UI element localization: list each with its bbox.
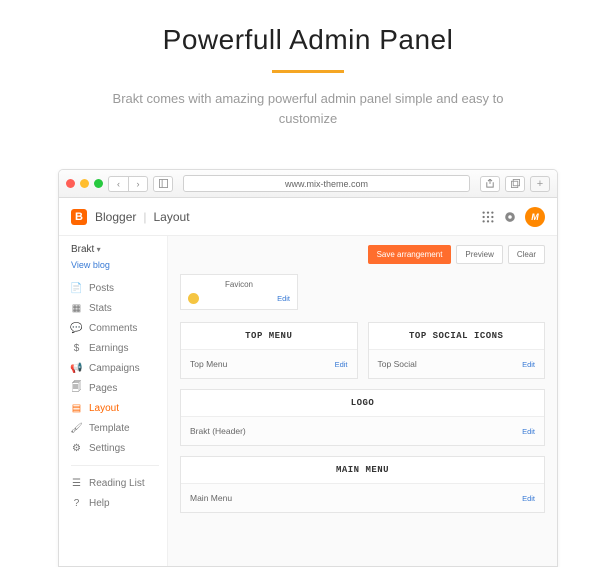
sidebar-item-template[interactable]: 🖌 Template	[71, 418, 167, 438]
earnings-icon: $	[71, 343, 82, 354]
divider	[71, 465, 159, 466]
sidebar-item-campaigns[interactable]: 📢 Campaigns	[71, 358, 167, 378]
divider: |	[143, 210, 146, 224]
sidebar-toggle-button[interactable]	[153, 176, 173, 192]
sidebar-item-label: Reading List	[89, 478, 145, 489]
section-head: LOGO	[181, 390, 544, 416]
sidebar-item-label: Pages	[89, 383, 117, 394]
main-menu-gadget[interactable]: Main Menu Edit	[181, 483, 544, 512]
posts-icon: 📄	[71, 283, 82, 294]
breadcrumb: Layout	[154, 210, 190, 224]
edit-link[interactable]: Edit	[335, 360, 348, 369]
blogger-logo-icon: B	[71, 209, 87, 225]
main-menu-section: MAIN MENU Main Menu Edit	[180, 456, 545, 513]
favicon-widget: Favicon Edit	[180, 274, 298, 310]
sidebar-item-label: Stats	[89, 303, 112, 314]
page-title: Powerfull Admin Panel	[0, 24, 616, 56]
edit-link[interactable]: Edit	[522, 360, 535, 369]
edit-link[interactable]: Edit	[522, 427, 535, 436]
sidebar-item-label: Earnings	[89, 343, 128, 354]
browser-window: ‹ › www.mix-theme.com + B Blogger | Layo…	[58, 169, 558, 567]
gear-icon[interactable]	[503, 210, 517, 224]
back-button[interactable]: ‹	[108, 176, 128, 192]
gadget-label: Top Menu	[190, 359, 227, 369]
settings-icon: ⚙	[71, 443, 82, 454]
top-menu-section: TOP MENU Top Menu Edit	[180, 322, 358, 379]
blog-selector[interactable]: Brakt	[71, 244, 167, 255]
favicon-edit-link[interactable]: Edit	[277, 294, 290, 303]
gadget-label: Main Menu	[190, 493, 232, 503]
clear-button[interactable]: Clear	[508, 245, 545, 264]
section-head: MAIN MENU	[181, 457, 544, 483]
gadget-label: Top Social	[378, 359, 417, 369]
sidebar-item-settings[interactable]: ⚙ Settings	[71, 438, 167, 458]
avatar[interactable]: M	[525, 207, 545, 227]
edit-link[interactable]: Edit	[522, 494, 535, 503]
top-social-gadget[interactable]: Top Social Edit	[369, 349, 545, 378]
app-header: B Blogger | Layout M	[59, 198, 557, 236]
favicon-icon	[188, 293, 199, 304]
sidebar-item-layout[interactable]: ▤ Layout	[71, 398, 167, 418]
close-icon[interactable]	[66, 179, 75, 188]
sidebar-item-posts[interactable]: 📄 Posts	[71, 278, 167, 298]
campaigns-icon: 📢	[71, 363, 82, 374]
sidebar-item-label: Campaigns	[89, 363, 140, 374]
comments-icon: 💬	[71, 323, 82, 334]
logo-section: LOGO Brakt (Header) Edit	[180, 389, 545, 446]
sidebar-item-label: Help	[89, 498, 110, 509]
forward-button[interactable]: ›	[128, 176, 148, 192]
top-menu-gadget[interactable]: Top Menu Edit	[181, 349, 357, 378]
preview-button[interactable]: Preview	[456, 245, 502, 264]
template-icon: 🖌	[71, 423, 82, 434]
sidebar-item-label: Layout	[89, 403, 119, 414]
window-controls	[66, 179, 103, 188]
pages-icon: 🗐	[71, 383, 82, 394]
reading-list-icon: ☰	[71, 478, 82, 489]
sidebar-item-label: Comments	[89, 323, 137, 334]
main-content: Save arrangement Preview Clear Favicon E…	[167, 236, 557, 566]
logo-gadget[interactable]: Brakt (Header) Edit	[181, 416, 544, 445]
app-brand: Blogger	[95, 210, 136, 224]
new-tab-button[interactable]: +	[530, 176, 550, 192]
title-underline	[272, 70, 344, 73]
view-blog-link[interactable]: View blog	[71, 260, 167, 270]
sidebar-item-stats[interactable]: ▦ Stats	[71, 298, 167, 318]
help-icon: ?	[71, 498, 82, 509]
sidebar-item-label: Posts	[89, 283, 114, 294]
save-arrangement-button[interactable]: Save arrangement	[368, 245, 452, 264]
sidebar-item-earnings[interactable]: $ Earnings	[71, 338, 167, 358]
sidebar-item-label: Template	[89, 423, 130, 434]
sidebar-item-help[interactable]: ? Help	[71, 493, 167, 513]
maximize-icon[interactable]	[94, 179, 103, 188]
toolbar: Save arrangement Preview Clear	[180, 245, 545, 264]
sidebar-item-pages[interactable]: 🗐 Pages	[71, 378, 167, 398]
tabs-button[interactable]	[505, 176, 525, 192]
sidebar-item-comments[interactable]: 💬 Comments	[71, 318, 167, 338]
stats-icon: ▦	[71, 303, 82, 314]
favicon-title: Favicon	[188, 280, 290, 289]
gadget-label: Brakt (Header)	[190, 426, 246, 436]
top-social-section: TOP SOCIAL ICONS Top Social Edit	[368, 322, 546, 379]
sidebar-item-label: Settings	[89, 443, 125, 454]
section-head: TOP SOCIAL ICONS	[369, 323, 545, 349]
share-button[interactable]	[480, 176, 500, 192]
section-head: TOP MENU	[181, 323, 357, 349]
page-subtitle: Brakt comes with amazing powerful admin …	[108, 89, 508, 129]
sidebar: Brakt View blog 📄Posts ▦Stats 💬Comments …	[59, 236, 167, 566]
url-bar[interactable]: www.mix-theme.com	[183, 175, 470, 192]
sidebar-item-reading-list[interactable]: ☰ Reading List	[71, 473, 167, 493]
layout-icon: ▤	[71, 403, 82, 414]
minimize-icon[interactable]	[80, 179, 89, 188]
browser-chrome: ‹ › www.mix-theme.com +	[59, 170, 557, 198]
apps-icon[interactable]	[481, 210, 495, 224]
